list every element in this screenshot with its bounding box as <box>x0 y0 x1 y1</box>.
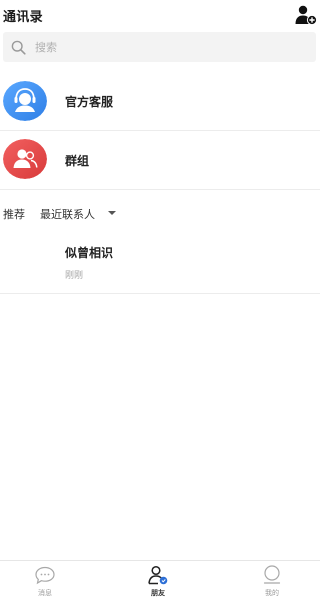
tab-friends[interactable]: 朋友 <box>128 561 188 601</box>
bottom-tab-bar: 消息 朋友 我的 <box>0 560 320 601</box>
tab-friends-label: 朋友 <box>151 588 165 597</box>
contact-name: 似曾相识 <box>65 246 114 260</box>
chat-bubble-icon <box>35 566 55 585</box>
group-users-icon <box>3 139 47 179</box>
friends-icon <box>148 565 168 585</box>
contact-filter-bar: 推荐 最近联系人 <box>0 200 320 226</box>
page-title: 通讯录 <box>3 10 43 25</box>
profile-icon <box>263 565 281 584</box>
recommend-label: 推荐 <box>3 208 25 221</box>
official-service-label: 官方客服 <box>65 95 114 109</box>
add-user-icon[interactable] <box>295 5 317 25</box>
headset-agent-icon <box>3 81 47 121</box>
group-entry[interactable]: 群组 <box>0 131 320 189</box>
divider <box>0 293 320 294</box>
tab-messages-label: 消息 <box>38 589 52 597</box>
caret-down-icon[interactable] <box>108 211 116 215</box>
contact-time: 刚刚 <box>65 271 84 281</box>
recent-contacts-dropdown[interactable]: 最近联系人 <box>40 206 95 222</box>
header: 通讯录 <box>0 0 320 32</box>
group-label: 群组 <box>65 154 90 168</box>
divider <box>0 189 320 190</box>
search-input[interactable] <box>35 38 305 56</box>
contact-list-item[interactable]: 似曾相识 刚刚 <box>0 232 320 292</box>
tab-me[interactable]: 我的 <box>242 561 302 601</box>
official-service-entry[interactable]: 官方客服 <box>0 72 320 130</box>
search-bar[interactable] <box>3 32 316 62</box>
search-icon <box>11 40 26 55</box>
tab-messages[interactable]: 消息 <box>15 561 75 601</box>
tab-me-label: 我的 <box>265 589 279 597</box>
